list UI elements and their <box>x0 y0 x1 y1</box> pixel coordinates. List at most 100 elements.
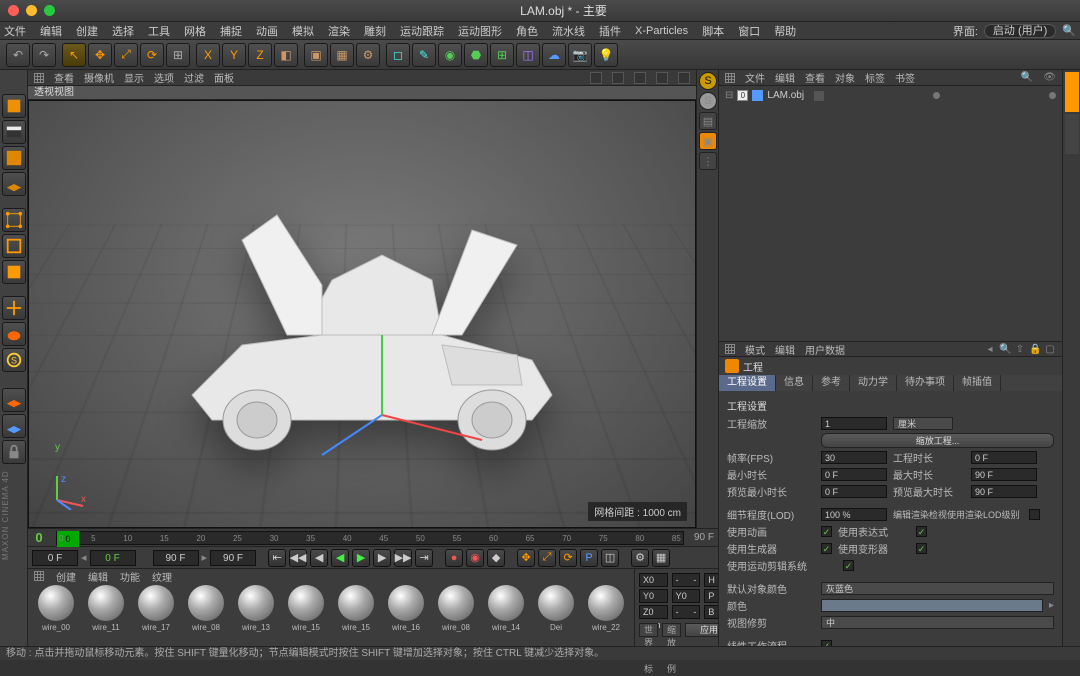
preview-min-field[interactable]: 0 F <box>821 485 887 498</box>
om-filter-1[interactable]: S <box>699 72 717 90</box>
om-filter-2[interactable]: S <box>699 92 717 110</box>
prev-key-button[interactable]: ◀◀ <box>289 549 307 567</box>
goto-start-button[interactable]: ⇤ <box>268 549 286 567</box>
scale-tool[interactable]: ⤢ <box>114 43 138 67</box>
render-view-button[interactable]: ▣ <box>304 43 328 67</box>
vp-menu-filter[interactable]: 过滤 <box>184 70 204 85</box>
om-search-icon[interactable]: 🔍 <box>1021 72 1033 83</box>
menu-simulate[interactable]: 模拟 <box>292 23 314 39</box>
om-eye-icon[interactable]: 👁 <box>1043 72 1056 83</box>
use-motionclip-checkbox[interactable]: ✓ <box>843 560 854 571</box>
material-item[interactable]: wire_15 <box>332 585 380 644</box>
object-manager[interactable]: ⊟ 0 LAM.obj <box>719 86 1062 341</box>
dock-tab-2[interactable] <box>1065 114 1079 154</box>
vp-menu-display[interactable]: 显示 <box>124 70 144 85</box>
locked-icon-button[interactable] <box>2 440 26 464</box>
enable-axis-button[interactable] <box>2 296 26 320</box>
om-menu-edit[interactable]: 编辑 <box>775 70 795 85</box>
am-menu-edit[interactable]: 编辑 <box>775 342 795 357</box>
grip-icon[interactable] <box>725 344 735 354</box>
om-item-lam[interactable]: ⊟ 0 LAM.obj <box>725 90 1056 101</box>
record-button[interactable]: ● <box>445 549 463 567</box>
viewport-solo-button[interactable] <box>2 322 26 346</box>
om-vis-bot[interactable] <box>1049 92 1056 99</box>
material-list[interactable]: wire_00wire_11wire_17wire_08wire_13wire_… <box>28 583 634 646</box>
menu-character[interactable]: 角色 <box>516 23 538 39</box>
key-rot-button[interactable]: ⟳ <box>559 549 577 567</box>
max-time-field[interactable]: 90 F <box>971 468 1037 481</box>
frame-current-field[interactable]: 0 F <box>90 550 136 566</box>
color-picker-arrow[interactable]: ▸ <box>1049 600 1054 611</box>
array-button[interactable]: ⊞ <box>490 43 514 67</box>
default-color-dropdown[interactable]: 灰蓝色 <box>821 582 1054 595</box>
grip-icon[interactable] <box>725 73 735 83</box>
material-item[interactable]: wire_16 <box>382 585 430 644</box>
points-mode-button[interactable] <box>2 208 26 232</box>
om-menu-file[interactable]: 文件 <box>745 70 765 85</box>
key-param-button[interactable]: P <box>580 549 598 567</box>
menu-render[interactable]: 渲染 <box>328 23 350 39</box>
next-key-button[interactable]: ▶▶ <box>394 549 412 567</box>
viewport-perspective[interactable]: yxz 网格间距 : 1000 cm <box>28 100 696 528</box>
primitive-cube-button[interactable]: ◻ <box>386 43 410 67</box>
om-menu-bookmarks[interactable]: 书签 <box>895 70 915 85</box>
move-tool[interactable]: ✥ <box>88 43 112 67</box>
material-item[interactable]: wire_08 <box>182 585 230 644</box>
select-tool[interactable]: ↖ <box>62 43 86 67</box>
am-search-icon[interactable]: 🔍 <box>999 344 1011 355</box>
coord-z[interactable]: Z0 cm <box>639 605 668 619</box>
menu-tools[interactable]: 工具 <box>148 23 170 39</box>
material-item[interactable]: wire_17 <box>132 585 180 644</box>
frame-end-field[interactable]: 90 F <box>210 550 256 566</box>
am-tab-todo[interactable]: 待办事项 <box>897 375 954 391</box>
lod-field[interactable]: 100 % <box>821 508 887 521</box>
use-generators-checkbox[interactable]: ✓ <box>821 543 832 554</box>
material-item[interactable]: Dei <box>532 585 580 644</box>
vp-layout-5[interactable] <box>678 72 690 84</box>
mat-menu-function[interactable]: 功能 <box>120 569 140 584</box>
project-scale-unit[interactable]: 厘米 <box>893 417 953 430</box>
menu-plugins[interactable]: 插件 <box>599 23 621 39</box>
mat-menu-create[interactable]: 创建 <box>56 569 76 584</box>
grip-icon[interactable] <box>34 571 44 581</box>
am-nav-back[interactable]: ◂ <box>984 344 996 355</box>
snap-toggle-button[interactable]: S <box>2 348 26 372</box>
menu-window[interactable]: 窗口 <box>738 23 760 39</box>
om-item-name[interactable]: LAM.obj <box>767 90 804 101</box>
render-lod-checkbox[interactable] <box>1029 509 1040 520</box>
coord-mode-dropdown[interactable]: 缩放比例 <box>662 623 681 637</box>
layout-dropdown[interactable]: 启动 (用户) <box>984 24 1056 38</box>
am-tab-ref[interactable]: 参考 <box>813 375 850 391</box>
om-vis-top[interactable] <box>933 92 940 99</box>
vp-layout-3[interactable] <box>634 72 646 84</box>
environment-button[interactable]: ☁ <box>542 43 566 67</box>
om-filter-folder[interactable]: ▣ <box>699 132 717 150</box>
locked-workplane-button[interactable] <box>2 388 26 412</box>
am-tab-project[interactable]: 工程设置 <box>719 375 776 391</box>
menu-select[interactable]: 选择 <box>112 23 134 39</box>
timeline-dock-button[interactable]: ▦ <box>652 549 670 567</box>
nurbs-button[interactable]: ◉ <box>438 43 462 67</box>
generator-button[interactable]: ⬣ <box>464 43 488 67</box>
goto-end-button[interactable]: ⇥ <box>415 549 433 567</box>
project-time-field[interactable]: 0 F <box>971 451 1037 464</box>
frame-start-field[interactable]: 0 F <box>32 550 78 566</box>
use-animation-checkbox[interactable]: ✓ <box>821 526 832 537</box>
layer-icon[interactable]: 0 <box>737 90 748 101</box>
project-scale-field[interactable]: 1 <box>821 417 887 430</box>
am-menu-userdata[interactable]: 用户数据 <box>805 342 845 357</box>
axis-x-toggle[interactable]: X <box>196 43 220 67</box>
color-swatch[interactable] <box>821 599 1043 612</box>
vp-menu-panel[interactable]: 面板 <box>214 70 234 85</box>
timeline[interactable]: 0 0 0510152025303540455055606570758085 9… <box>28 528 718 546</box>
material-item[interactable]: wire_00 <box>32 585 80 644</box>
am-lock-icon[interactable]: 🔒 <box>1029 344 1041 355</box>
keyframe-sel-button[interactable]: ◆ <box>487 549 505 567</box>
material-item[interactable]: wire_11 <box>82 585 130 644</box>
menu-pipeline[interactable]: 流水线 <box>552 23 585 39</box>
polygons-mode-button[interactable] <box>2 260 26 284</box>
undo-button[interactable]: ↶ <box>6 43 30 67</box>
maximize-window-button[interactable] <box>44 5 55 16</box>
material-item[interactable]: wire_14 <box>482 585 530 644</box>
key-pos-button[interactable]: ✥ <box>517 549 535 567</box>
